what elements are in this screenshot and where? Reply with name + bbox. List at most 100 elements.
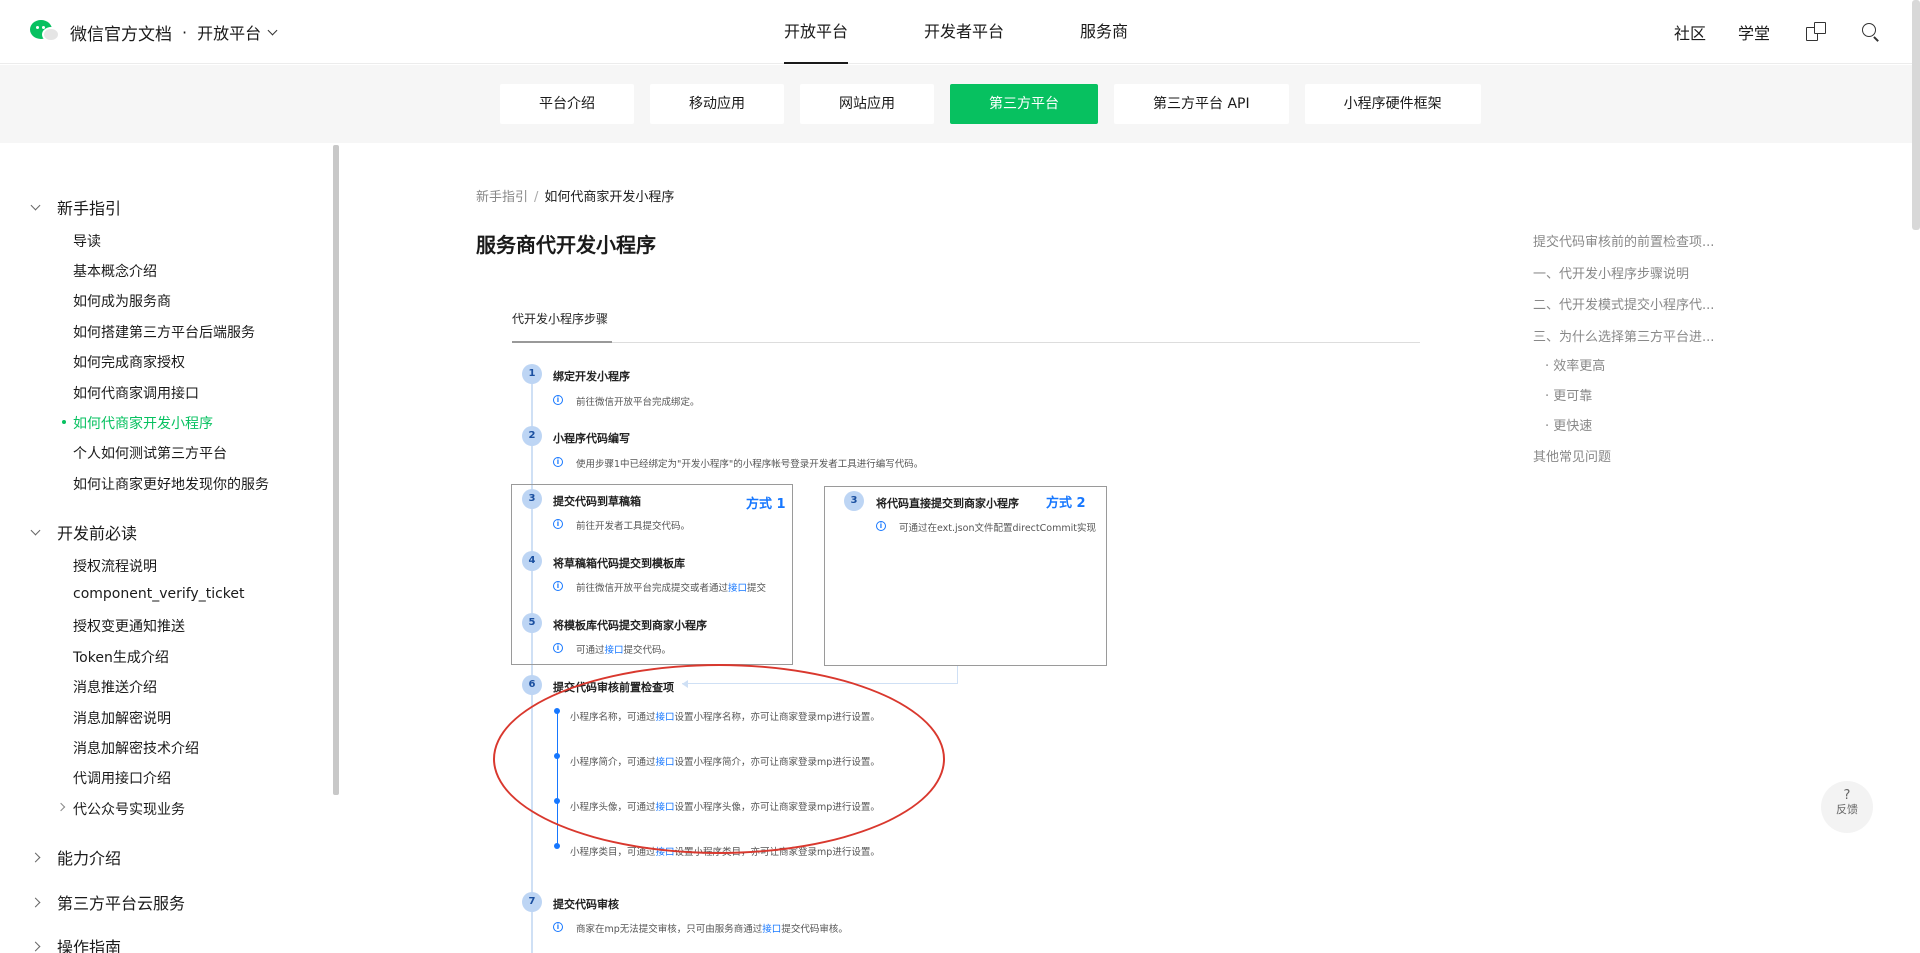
sidebar-group-label: 第三方平台云服务: [57, 894, 186, 913]
nav-academy[interactable]: 学堂: [1738, 20, 1770, 44]
api-link[interactable]: 接口: [728, 583, 747, 594]
sidebar-item[interactable]: 个人如何测试第三方平台: [73, 443, 227, 463]
brand[interactable]: 微信官方文档 · 开放平台: [30, 18, 278, 46]
toc-item[interactable]: 三、为什么选择第三方平台进...: [1533, 326, 1714, 345]
diagram-tab-divider: [512, 342, 1420, 343]
chevron-right-icon: [30, 897, 41, 907]
brand-separator: ·: [182, 22, 188, 42]
sidebar-item[interactable]: 如何代商家调用接口: [73, 383, 199, 403]
step-title: 将模板库代码提交到商家小程序: [553, 619, 707, 632]
diagram-tab[interactable]: 代开发小程序步骤: [512, 310, 608, 327]
sidebar-item-active[interactable]: 如何代商家开发小程序: [62, 413, 213, 433]
step-desc: 前往开发者工具提交代码。: [576, 521, 691, 532]
step-number: 3: [522, 489, 542, 509]
step-number: 1: [522, 364, 542, 384]
info-icon: i: [553, 643, 563, 653]
step-desc: 商家在mp无法提交审核，只可由服务商通过接口提交代码审核。: [576, 924, 848, 935]
step-desc: 可通过接口提交代码。: [576, 645, 672, 656]
breadcrumb-sep: /: [534, 190, 539, 205]
wechat-logo-icon: [30, 20, 60, 44]
nav-service-provider[interactable]: 服务商: [1080, 0, 1128, 64]
sidebar-group-capabilities[interactable]: 能力介绍: [30, 845, 121, 869]
sidebar-item[interactable]: 授权流程说明: [73, 556, 157, 576]
info-icon: i: [553, 581, 563, 591]
sidebar-item[interactable]: 导读: [73, 231, 101, 251]
translate-icon[interactable]: [1806, 22, 1826, 42]
platform-switch[interactable]: 开放平台: [197, 20, 278, 44]
toc-item[interactable]: 二、代开发模式提交小程序代...: [1533, 294, 1714, 313]
sidebar-group-label: 开发前必读: [57, 524, 138, 543]
sidebar-item[interactable]: 消息加解密技术介绍: [73, 738, 199, 758]
platform-switch-label: 开放平台: [197, 24, 262, 43]
nav-open-platform[interactable]: 开放平台: [784, 0, 849, 64]
step-title: 小程序代码编写: [553, 432, 630, 445]
breadcrumb: 新手指引 / 如何代商家开发小程序: [476, 186, 674, 205]
step-desc: 前往微信开放平台完成绑定。: [576, 397, 700, 408]
sidebar-item[interactable]: 消息加解密说明: [73, 708, 171, 728]
sidebar-group-label: 操作指南: [57, 938, 122, 953]
nav-community[interactable]: 社区: [1674, 20, 1706, 44]
toc-subitem[interactable]: · 更可靠: [1545, 385, 1592, 404]
sidebar-item[interactable]: 如何搭建第三方平台后端服务: [73, 322, 255, 342]
check-bullet-icon: [554, 843, 560, 849]
tab-platform-intro[interactable]: 平台介绍: [500, 84, 634, 124]
toc-item[interactable]: 提交代码审核前的前置检查项...: [1533, 231, 1714, 250]
sidebar-item[interactable]: component_verify_ticket: [73, 586, 245, 602]
sidebar-item[interactable]: 基本概念介绍: [73, 261, 157, 281]
page-title: 服务商代开发小程序: [476, 233, 656, 257]
chevron-down-icon: [30, 525, 41, 535]
chevron-right-icon: [30, 852, 41, 862]
toc-subitem[interactable]: · 效率更高: [1545, 355, 1605, 374]
step-number: 7: [522, 892, 542, 912]
connector-line: [957, 666, 958, 684]
sidebar-item[interactable]: 如何成为服务商: [73, 291, 171, 311]
step-desc: 使用步骤1中已经绑定为"开发小程序"的小程序帐号登录开发者工具进行编写代码。: [576, 459, 924, 470]
question-icon: ?: [1843, 788, 1851, 803]
search-icon[interactable]: [1862, 23, 1880, 42]
way-2-box: [824, 486, 1107, 666]
sidebar-item[interactable]: 消息推送介绍: [73, 677, 157, 697]
sidebar-group-getting-started[interactable]: 新手指引: [30, 195, 122, 219]
sidebar-item[interactable]: 如何让商家更好地发现你的服务: [73, 474, 269, 494]
tab-third-party-platform[interactable]: 第三方平台: [950, 84, 1098, 124]
toc-item[interactable]: 其他常见问题: [1533, 446, 1611, 465]
step-desc: 前往微信开放平台完成提交或者通过接口提交: [576, 583, 767, 594]
info-icon: i: [553, 519, 563, 529]
sidebar-item-collapsible[interactable]: 代公众号实现业务: [56, 799, 185, 819]
sidebar-item[interactable]: 如何完成商家授权: [73, 352, 185, 372]
brand-title: 微信官方文档: [70, 24, 172, 45]
sidebar-item[interactable]: 代调用接口介绍: [73, 768, 171, 788]
tab-website-app[interactable]: 网站应用: [800, 84, 934, 124]
tab-third-party-api[interactable]: 第三方平台 API: [1114, 84, 1289, 124]
api-link[interactable]: 接口: [605, 645, 624, 656]
step-number: 5: [522, 613, 542, 633]
nav-developer-platform[interactable]: 开发者平台: [924, 0, 1004, 64]
chevron-down-icon: [30, 200, 41, 210]
step-number: 4: [522, 551, 542, 571]
breadcrumb-parent[interactable]: 新手指引: [476, 190, 528, 205]
feedback-label: 反馈: [1836, 803, 1858, 816]
step-title: 绑定开发小程序: [553, 370, 630, 383]
tab-hardware-framework[interactable]: 小程序硬件框架: [1304, 84, 1481, 124]
page-scrollbar[interactable]: [1912, 0, 1920, 230]
tab-mobile-app[interactable]: 移动应用: [650, 84, 784, 124]
toc-item[interactable]: 一、代开发小程序步骤说明: [1533, 263, 1689, 282]
sidebar-group-before-dev[interactable]: 开发前必读: [30, 520, 138, 544]
step-title: 将草稿箱代码提交到模板库: [553, 557, 685, 570]
sub-nav-bar: 平台介绍 移动应用 网站应用 第三方平台 第三方平台 API 小程序硬件框架: [0, 65, 1920, 143]
feedback-button[interactable]: ? 反馈: [1821, 781, 1873, 833]
sidebar-group-cloud-service[interactable]: 第三方平台云服务: [30, 890, 186, 914]
api-link[interactable]: 接口: [762, 924, 781, 935]
toc-subitem[interactable]: · 更快速: [1545, 415, 1592, 434]
sidebar-item-label: 代公众号实现业务: [73, 802, 185, 818]
sidebar-group-operation-guide[interactable]: 操作指南: [30, 934, 122, 953]
sidebar-scrollbar[interactable]: [333, 145, 339, 795]
step-title: 提交代码到草稿箱: [553, 495, 641, 508]
sidebar-group-label: 新手指引: [57, 199, 122, 218]
top-header: 微信官方文档 · 开放平台 开放平台 开发者平台 服务商 社区 学堂: [0, 0, 1920, 64]
chevron-down-icon: [267, 25, 278, 35]
diagram-tab-indicator: [512, 341, 612, 343]
sidebar-item[interactable]: 授权变更通知推送: [73, 616, 185, 636]
main-nav: 开放平台 开发者平台 服务商: [784, 0, 1204, 64]
sidebar-item[interactable]: Token生成介绍: [73, 647, 169, 667]
